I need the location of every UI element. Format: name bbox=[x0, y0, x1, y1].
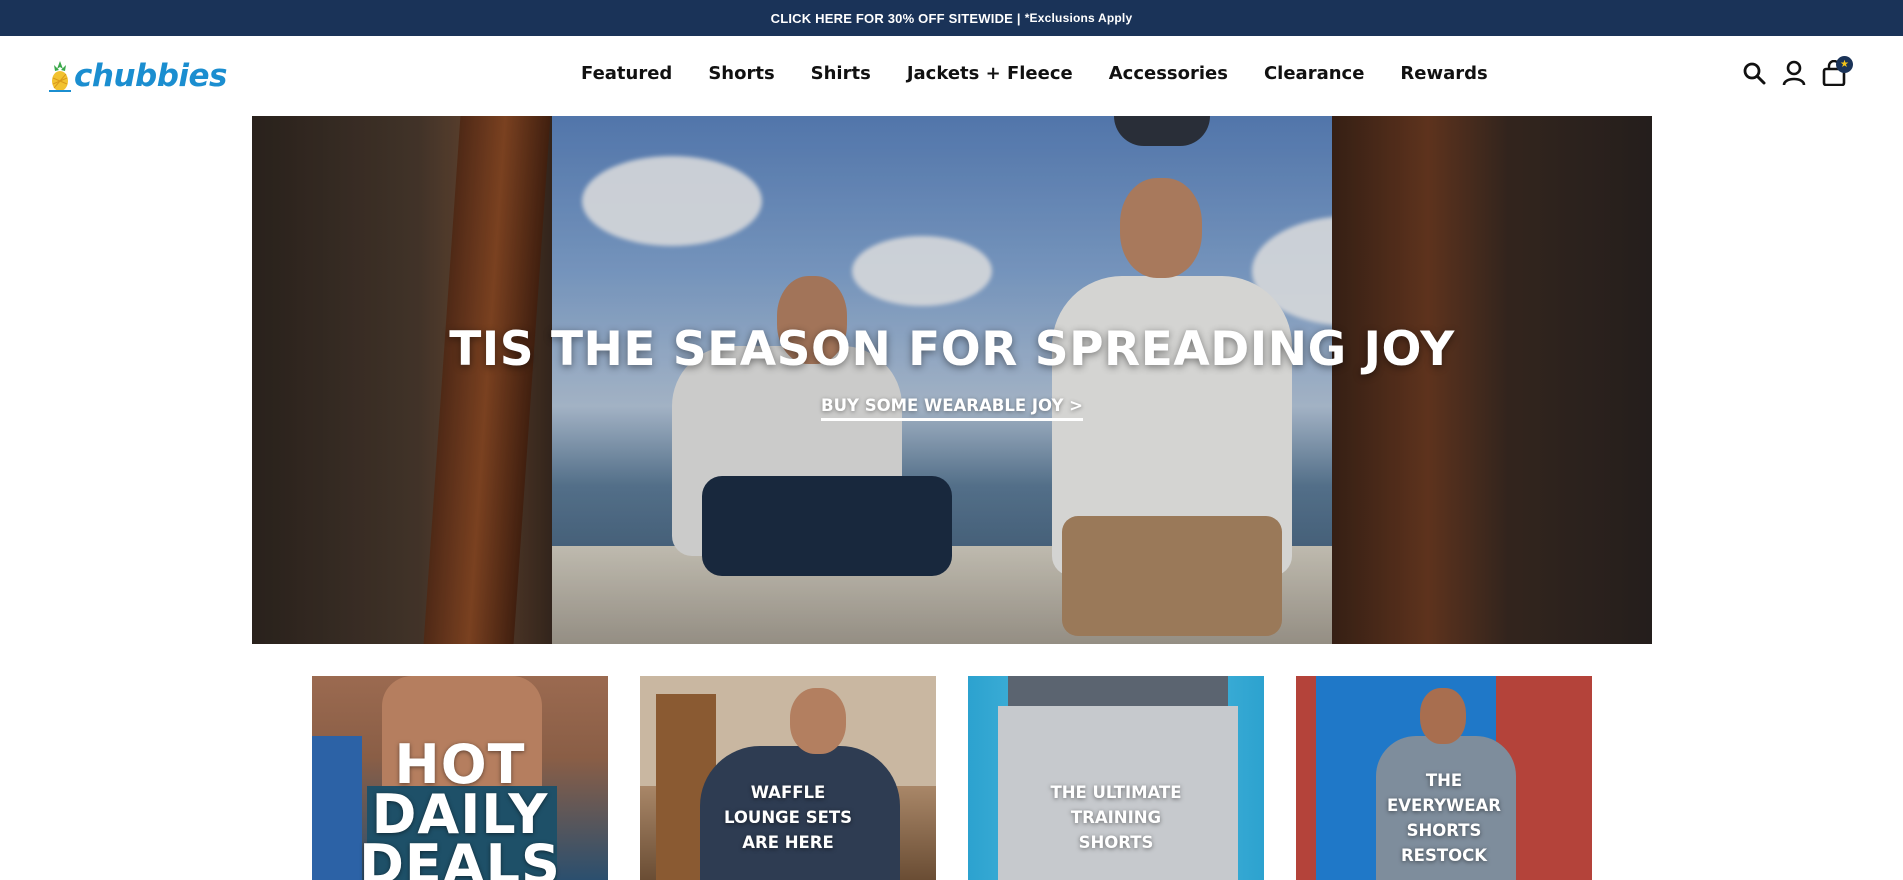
site-header: chubbies Featured Shorts Shirts Jackets … bbox=[0, 36, 1903, 116]
cart-badge: ★ bbox=[1836, 56, 1853, 73]
announcement-sub: *Exclusions Apply bbox=[1024, 11, 1133, 25]
nav-shirts[interactable]: Shirts bbox=[793, 62, 889, 86]
nav-shorts[interactable]: Shorts bbox=[690, 62, 792, 86]
nav-clearance[interactable]: Clearance bbox=[1246, 62, 1382, 86]
tile-label-line: RESTOCK bbox=[1400, 846, 1488, 865]
nav-jackets-fleece[interactable]: Jackets + Fleece bbox=[889, 62, 1091, 86]
tile-label-line: TRAINING bbox=[1070, 808, 1162, 827]
tile-hot-daily-deals[interactable]: HOT DAILY DEALS bbox=[312, 676, 608, 880]
tile-label-line: WAFFLE bbox=[750, 783, 826, 802]
tile-model-face bbox=[790, 688, 846, 754]
tile-label-line: THE bbox=[1425, 771, 1463, 790]
nav-accessories[interactable]: Accessories bbox=[1091, 62, 1246, 86]
tile-training-shorts[interactable]: THE ULTIMATE TRAINING SHORTS bbox=[968, 676, 1264, 880]
tile-everywear-restock[interactable]: THE EVERYWEAR SHORTS RESTOCK bbox=[1296, 676, 1592, 880]
hero-title: TIS THE SEASON FOR SPREADING JOY bbox=[449, 322, 1455, 377]
tile-label-line: EVERYWEAR bbox=[1386, 796, 1501, 815]
logo-wordmark: chubbies bbox=[74, 58, 228, 94]
tile-label-line: SHORTS bbox=[1078, 833, 1154, 852]
tile-label: WAFFLE LOUNGE SETS ARE HERE bbox=[640, 780, 936, 855]
cart-icon[interactable]: ★ bbox=[1821, 56, 1853, 88]
search-icon[interactable] bbox=[1741, 58, 1767, 88]
tile-label-line: LOUNGE SETS bbox=[723, 808, 852, 827]
promo-tiles: HOT DAILY DEALS WAFFLE LOUNGE SETS ARE H… bbox=[312, 676, 1592, 880]
tile-label: THE ULTIMATE TRAINING SHORTS bbox=[968, 780, 1264, 855]
tile-label-line: THE ULTIMATE bbox=[1050, 783, 1182, 802]
hero-shade bbox=[252, 116, 1652, 644]
header-icons: ★ bbox=[1741, 56, 1853, 88]
nav-featured[interactable]: Featured bbox=[563, 62, 690, 86]
tile-label: THE EVERYWEAR SHORTS RESTOCK bbox=[1296, 768, 1592, 868]
logo[interactable]: chubbies bbox=[48, 56, 228, 96]
tile-label-line: DEALS bbox=[359, 833, 561, 880]
tile-label-line: ARE HERE bbox=[742, 833, 834, 852]
pineapple-icon bbox=[49, 61, 71, 92]
hero-banner[interactable]: TIS THE SEASON FOR SPREADING JOY BUY SOM… bbox=[252, 116, 1652, 644]
tile-waffle-lounge-sets[interactable]: WAFFLE LOUNGE SETS ARE HERE bbox=[640, 676, 936, 880]
tile-label: HOT DAILY DEALS bbox=[312, 738, 608, 880]
hero-cta-link[interactable]: BUY SOME WEARABLE JOY > bbox=[821, 396, 1083, 421]
announcement-main: CLICK HERE FOR 30% OFF SITEWIDE | bbox=[770, 10, 1021, 26]
account-icon[interactable] bbox=[1781, 58, 1807, 88]
tile-model-face bbox=[1420, 688, 1466, 744]
main-nav: Featured Shorts Shirts Jackets + Fleece … bbox=[563, 62, 1506, 86]
announcement-bar[interactable]: CLICK HERE FOR 30% OFF SITEWIDE | *Exclu… bbox=[0, 0, 1903, 36]
tile-label-line: SHORTS bbox=[1406, 821, 1482, 840]
nav-rewards[interactable]: Rewards bbox=[1382, 62, 1505, 86]
